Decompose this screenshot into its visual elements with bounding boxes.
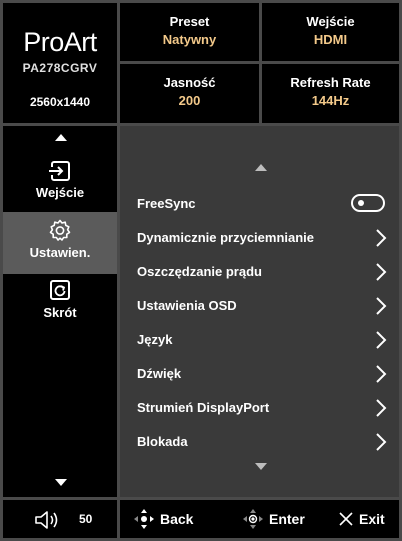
- chevron-right-icon: [376, 229, 387, 247]
- menu-item-label: Strumień DisplayPort: [137, 400, 270, 415]
- footer-bar: 50 Back Enter Exit: [3, 500, 399, 538]
- sidebar-scroll-up-icon[interactable]: [55, 134, 67, 141]
- menu-item-language[interactable]: Język: [120, 327, 399, 353]
- joystick-press-icon: [243, 509, 263, 529]
- enter-label: Enter: [269, 511, 305, 527]
- volume-value: 50: [79, 512, 93, 526]
- menu-scroll-up-icon[interactable]: [255, 164, 267, 171]
- refresh-rate-value: 144Hz: [311, 93, 350, 108]
- close-icon: [339, 512, 353, 526]
- enter-button[interactable]: Enter: [242, 500, 332, 538]
- model-name: PA278CGRV: [22, 61, 98, 75]
- menu-item-label: Blokada: [137, 434, 188, 449]
- volume-indicator[interactable]: 50: [3, 500, 117, 538]
- menu-item-label: Oszczędzanie prądu: [137, 264, 262, 279]
- input-value: HDMI: [313, 32, 348, 47]
- sidebar-item-shortcut[interactable]: Skrót: [3, 278, 117, 338]
- back-label: Back: [160, 511, 194, 527]
- speaker-icon: [35, 511, 58, 529]
- menu-scroll-down-icon[interactable]: [255, 463, 267, 470]
- brightness-value: 200: [178, 93, 201, 108]
- brand-logo: ProArt: [23, 27, 97, 57]
- menu-item-sound[interactable]: Dźwięk: [120, 361, 399, 387]
- input-label: Wejście: [306, 14, 355, 29]
- menu-item-label: Dźwięk: [137, 366, 182, 381]
- preset-value: Natywny: [162, 32, 217, 47]
- sidebar-item-settings[interactable]: Ustawien.: [3, 212, 117, 274]
- sidebar-scroll-down-icon[interactable]: [55, 479, 67, 486]
- status-preset: Preset Natywny: [120, 3, 259, 61]
- resolution-readout: 2560x1440: [29, 95, 91, 109]
- input-icon: [49, 161, 70, 181]
- sidebar-item-label: Skrót: [43, 305, 77, 320]
- menu-item-power-saving[interactable]: Oszczędzanie prądu: [120, 259, 399, 285]
- back-button[interactable]: Back: [133, 500, 223, 538]
- menu-item-label: FreeSync: [137, 196, 196, 211]
- sidebar-item-label: Wejście: [35, 185, 85, 200]
- menu-item-freesync[interactable]: FreeSync: [120, 191, 399, 217]
- chevron-right-icon: [376, 331, 387, 349]
- sidebar: Wejście Ustawien. Skrót: [3, 126, 117, 497]
- chevron-right-icon: [376, 297, 387, 315]
- status-brightness: Jasność 200: [120, 64, 259, 123]
- chevron-right-icon: [376, 365, 387, 383]
- shortcut-icon: [50, 280, 70, 300]
- preset-label: Preset: [169, 14, 210, 29]
- sidebar-item-label: Ustawien.: [29, 245, 91, 260]
- joystick-icon: [134, 509, 154, 529]
- status-input: Wejście HDMI: [262, 3, 399, 61]
- brightness-label: Jasność: [163, 75, 216, 90]
- exit-button[interactable]: Exit: [338, 500, 398, 538]
- freesync-toggle[interactable]: [351, 194, 385, 212]
- refresh-rate-label: Refresh Rate: [290, 75, 371, 90]
- menu-item-label: Dynamicznie przyciemnianie: [137, 230, 315, 245]
- settings-panel: FreeSync Dynamicznie przyciemnianie Oszc…: [120, 126, 399, 497]
- menu-item-dynamic-dimming[interactable]: Dynamicznie przyciemnianie: [120, 225, 399, 251]
- menu-item-label: Język: [137, 332, 173, 347]
- chevron-right-icon: [376, 433, 387, 451]
- gear-icon: [49, 219, 71, 241]
- sidebar-item-input[interactable]: Wejście: [3, 160, 117, 204]
- menu-item-label: Ustawienia OSD: [137, 298, 237, 313]
- brand-panel: ProArt PA278CGRV 2560x1440: [3, 3, 117, 123]
- chevron-right-icon: [376, 263, 387, 281]
- chevron-right-icon: [376, 399, 387, 417]
- menu-item-displayport-stream[interactable]: Strumień DisplayPort: [120, 395, 399, 421]
- osd-window: ProArt PA278CGRV 2560x1440 Preset Natywn…: [0, 0, 402, 541]
- menu-item-lock[interactable]: Blokada: [120, 429, 399, 455]
- navigation-hints: Back Enter Exit: [120, 500, 399, 538]
- status-refresh-rate: Refresh Rate 144Hz: [262, 64, 399, 123]
- toggle-knob: [358, 200, 364, 206]
- menu-item-osd-settings[interactable]: Ustawienia OSD: [120, 293, 399, 319]
- exit-label: Exit: [359, 511, 385, 527]
